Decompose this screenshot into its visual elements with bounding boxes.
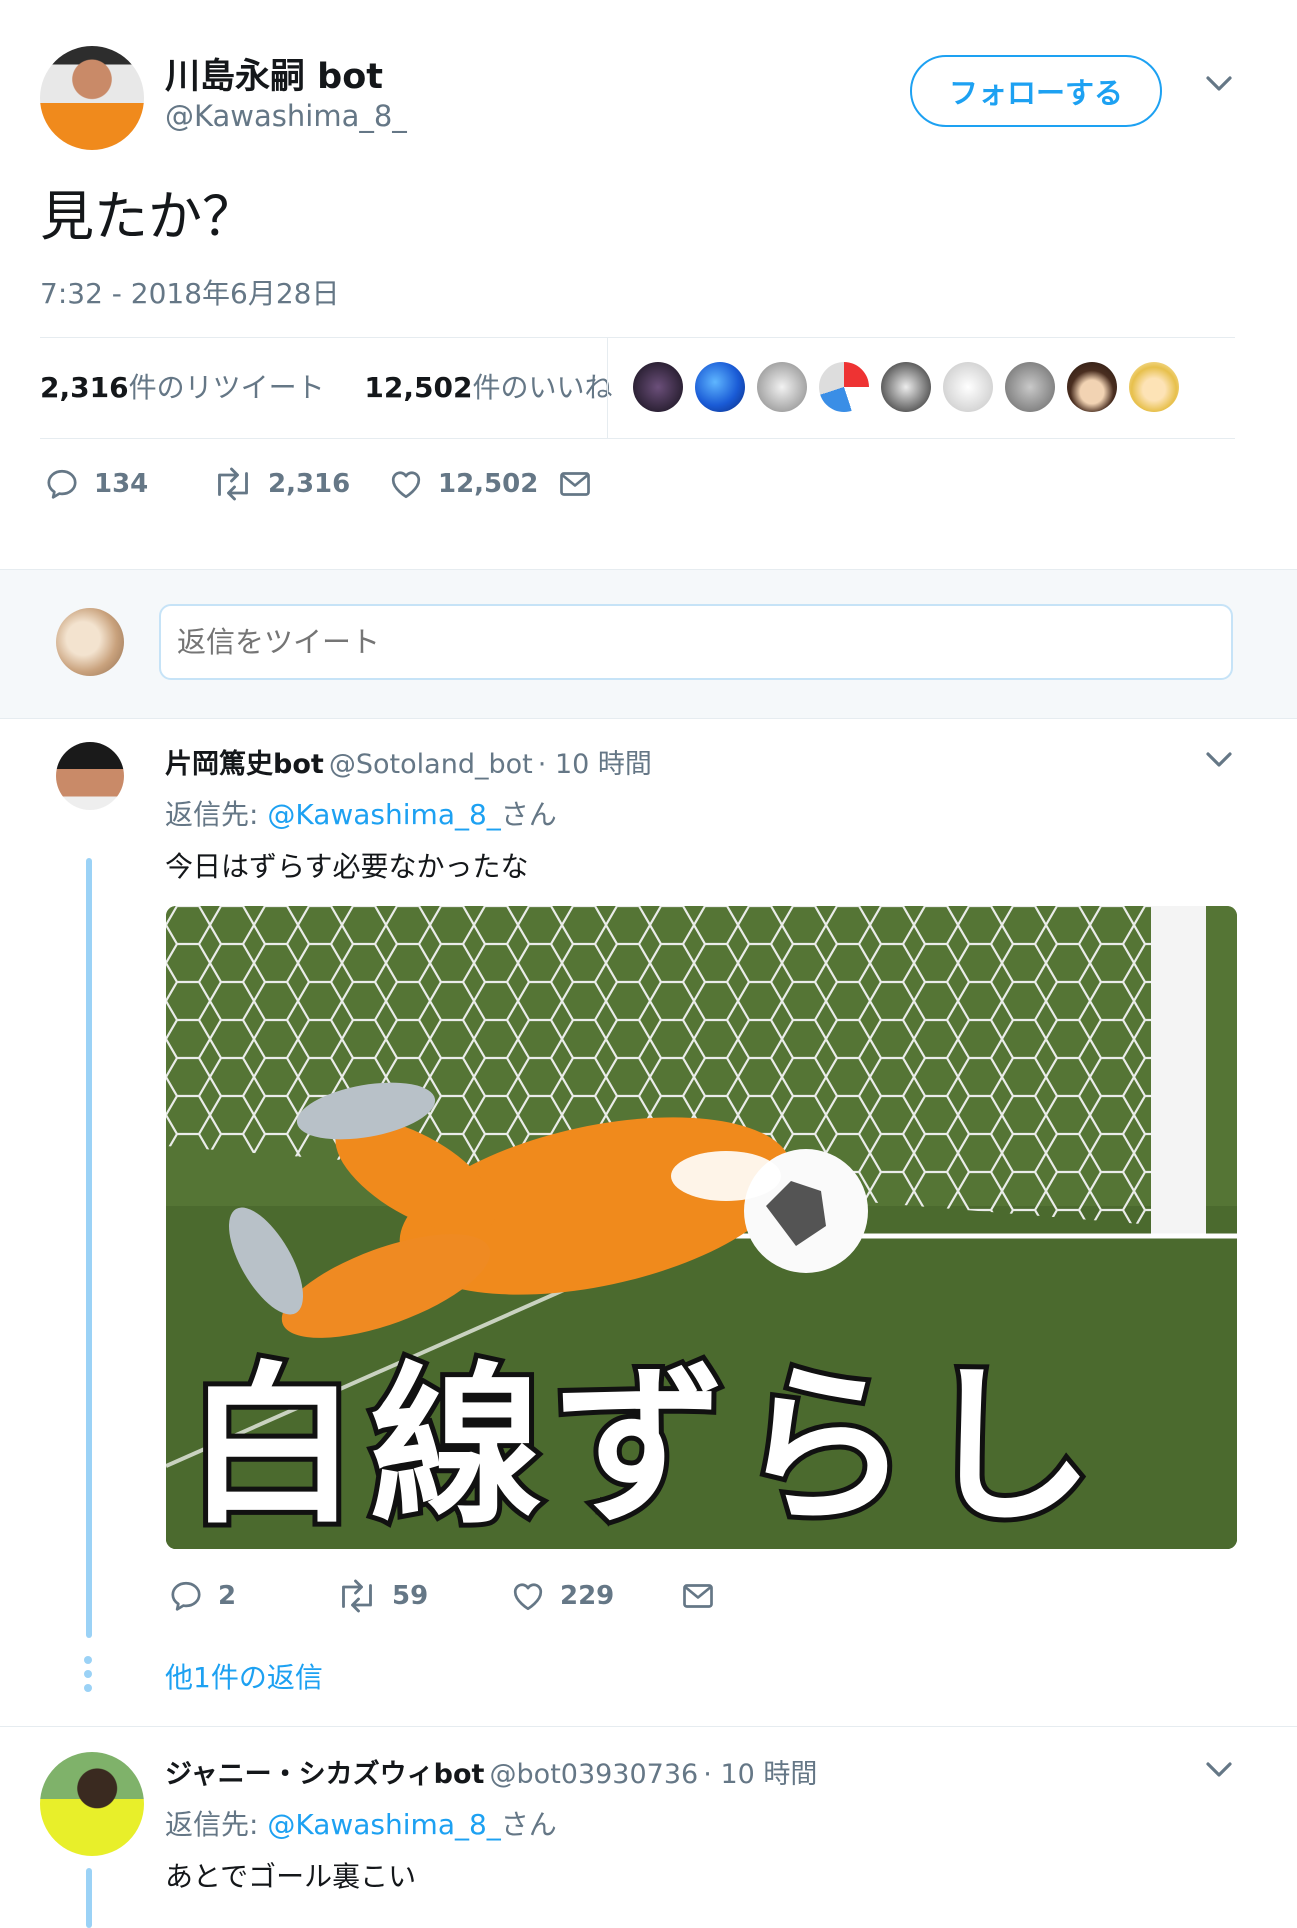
liker-avatar[interactable] (1067, 362, 1117, 412)
liker-avatar[interactable] (1005, 362, 1055, 412)
reply-display-name[interactable]: ジャニー・シカズウィbot (165, 1759, 484, 1790)
liker-avatar[interactable] (633, 362, 683, 412)
like-action[interactable]: 12,502 (388, 466, 538, 502)
more-replies-link[interactable]: 他1件の返信 (165, 1656, 323, 1696)
engagement-stats: 2,316件のリツイート 12,502件のいいね (40, 366, 612, 406)
reply-time[interactable]: · 10 時間 (703, 1759, 817, 1790)
reply-to-line: 返信先: @Kawashima_8_さん (165, 798, 557, 831)
liker-avatar[interactable] (757, 362, 807, 412)
reply-count: 134 (94, 469, 149, 499)
media-caption: 白線ずらし (181, 1341, 1106, 1549)
reply-to-line: 返信先: @Kawashima_8_さん (165, 1808, 557, 1841)
divider (0, 1726, 1297, 1727)
like-stat[interactable]: 12,502件のいいね (364, 371, 612, 404)
tweet-text: 見たか？ (40, 185, 256, 248)
reply-header: 片岡篤史bot @Sotoland_bot · 10 時間 (165, 742, 652, 781)
reply-count: 2 (218, 1581, 237, 1611)
heart-icon (513, 1583, 543, 1611)
thread-dots (84, 1656, 94, 1692)
reply-input[interactable] (159, 604, 1233, 680)
retweet-stat[interactable]: 2,316件のリツイート (40, 371, 325, 404)
reply-header: ジャニー・シカズウィbot @bot03930736 · 10 時間 (165, 1752, 817, 1791)
reply-action[interactable]: 2 (168, 1578, 236, 1614)
reply-time[interactable]: · 10 時間 (538, 749, 652, 780)
reply-more-chevron-icon[interactable] (1205, 1760, 1233, 1784)
reply-action[interactable]: 134 (44, 466, 148, 502)
reply-icon (171, 1581, 201, 1611)
author-avatar[interactable] (40, 46, 144, 150)
reply-display-name[interactable]: 片岡篤史bot (165, 749, 324, 780)
like-action[interactable]: 229 (510, 1578, 614, 1614)
current-user-avatar[interactable] (56, 608, 124, 676)
divider (40, 438, 1235, 439)
more-options-chevron-icon[interactable] (1205, 74, 1233, 98)
liker-avatar[interactable] (819, 362, 869, 412)
author-display-name[interactable]: 川島永嗣 bot (165, 48, 383, 99)
retweet-action[interactable]: 59 (336, 1578, 428, 1614)
retweet-action[interactable]: 2,316 (212, 466, 350, 502)
liker-avatar[interactable] (1129, 362, 1179, 412)
reply-handle[interactable]: @bot03930736 (490, 1759, 699, 1790)
reply-avatar[interactable] (40, 1752, 144, 1856)
thread-line (86, 1868, 92, 1928)
reply-more-chevron-icon[interactable] (1205, 750, 1233, 774)
like-count: 229 (560, 1581, 615, 1611)
retweet-count: 2,316 (268, 469, 351, 499)
reply-to-handle-link[interactable]: @Kawashima_8_ (267, 798, 500, 831)
liker-avatar[interactable] (695, 362, 745, 412)
author-handle[interactable]: @Kawashima_8_ (165, 99, 407, 133)
stats-divider (607, 338, 608, 438)
reply-avatar[interactable] (56, 742, 124, 810)
reply-handle[interactable]: @Sotoland_bot (329, 749, 533, 780)
direct-message-envelope-icon[interactable] (557, 466, 593, 506)
heart-icon (391, 471, 421, 499)
thread-line (86, 858, 92, 1638)
reply-icon (47, 469, 77, 499)
direct-message-envelope-icon[interactable] (680, 1578, 716, 1618)
reply-to-handle-link[interactable]: @Kawashima_8_ (267, 1808, 500, 1841)
retweet-icon (218, 467, 248, 501)
retweet-icon (342, 1579, 372, 1613)
liker-avatar[interactable] (881, 362, 931, 412)
reply-text: あとでゴール裏こい (165, 1860, 417, 1893)
like-count: 12,502 (438, 469, 539, 499)
reply-media-image[interactable]: 白線ずらし (166, 906, 1237, 1549)
liker-avatar[interactable] (943, 362, 993, 412)
follow-button[interactable]: フォローする (910, 55, 1162, 127)
reply-text: 今日はずらす必要なかったな (165, 850, 529, 883)
retweet-count: 59 (392, 1581, 429, 1611)
divider (40, 337, 1235, 338)
tweet-timestamp[interactable]: 7:32 - 2018年6月28日 (40, 272, 339, 312)
